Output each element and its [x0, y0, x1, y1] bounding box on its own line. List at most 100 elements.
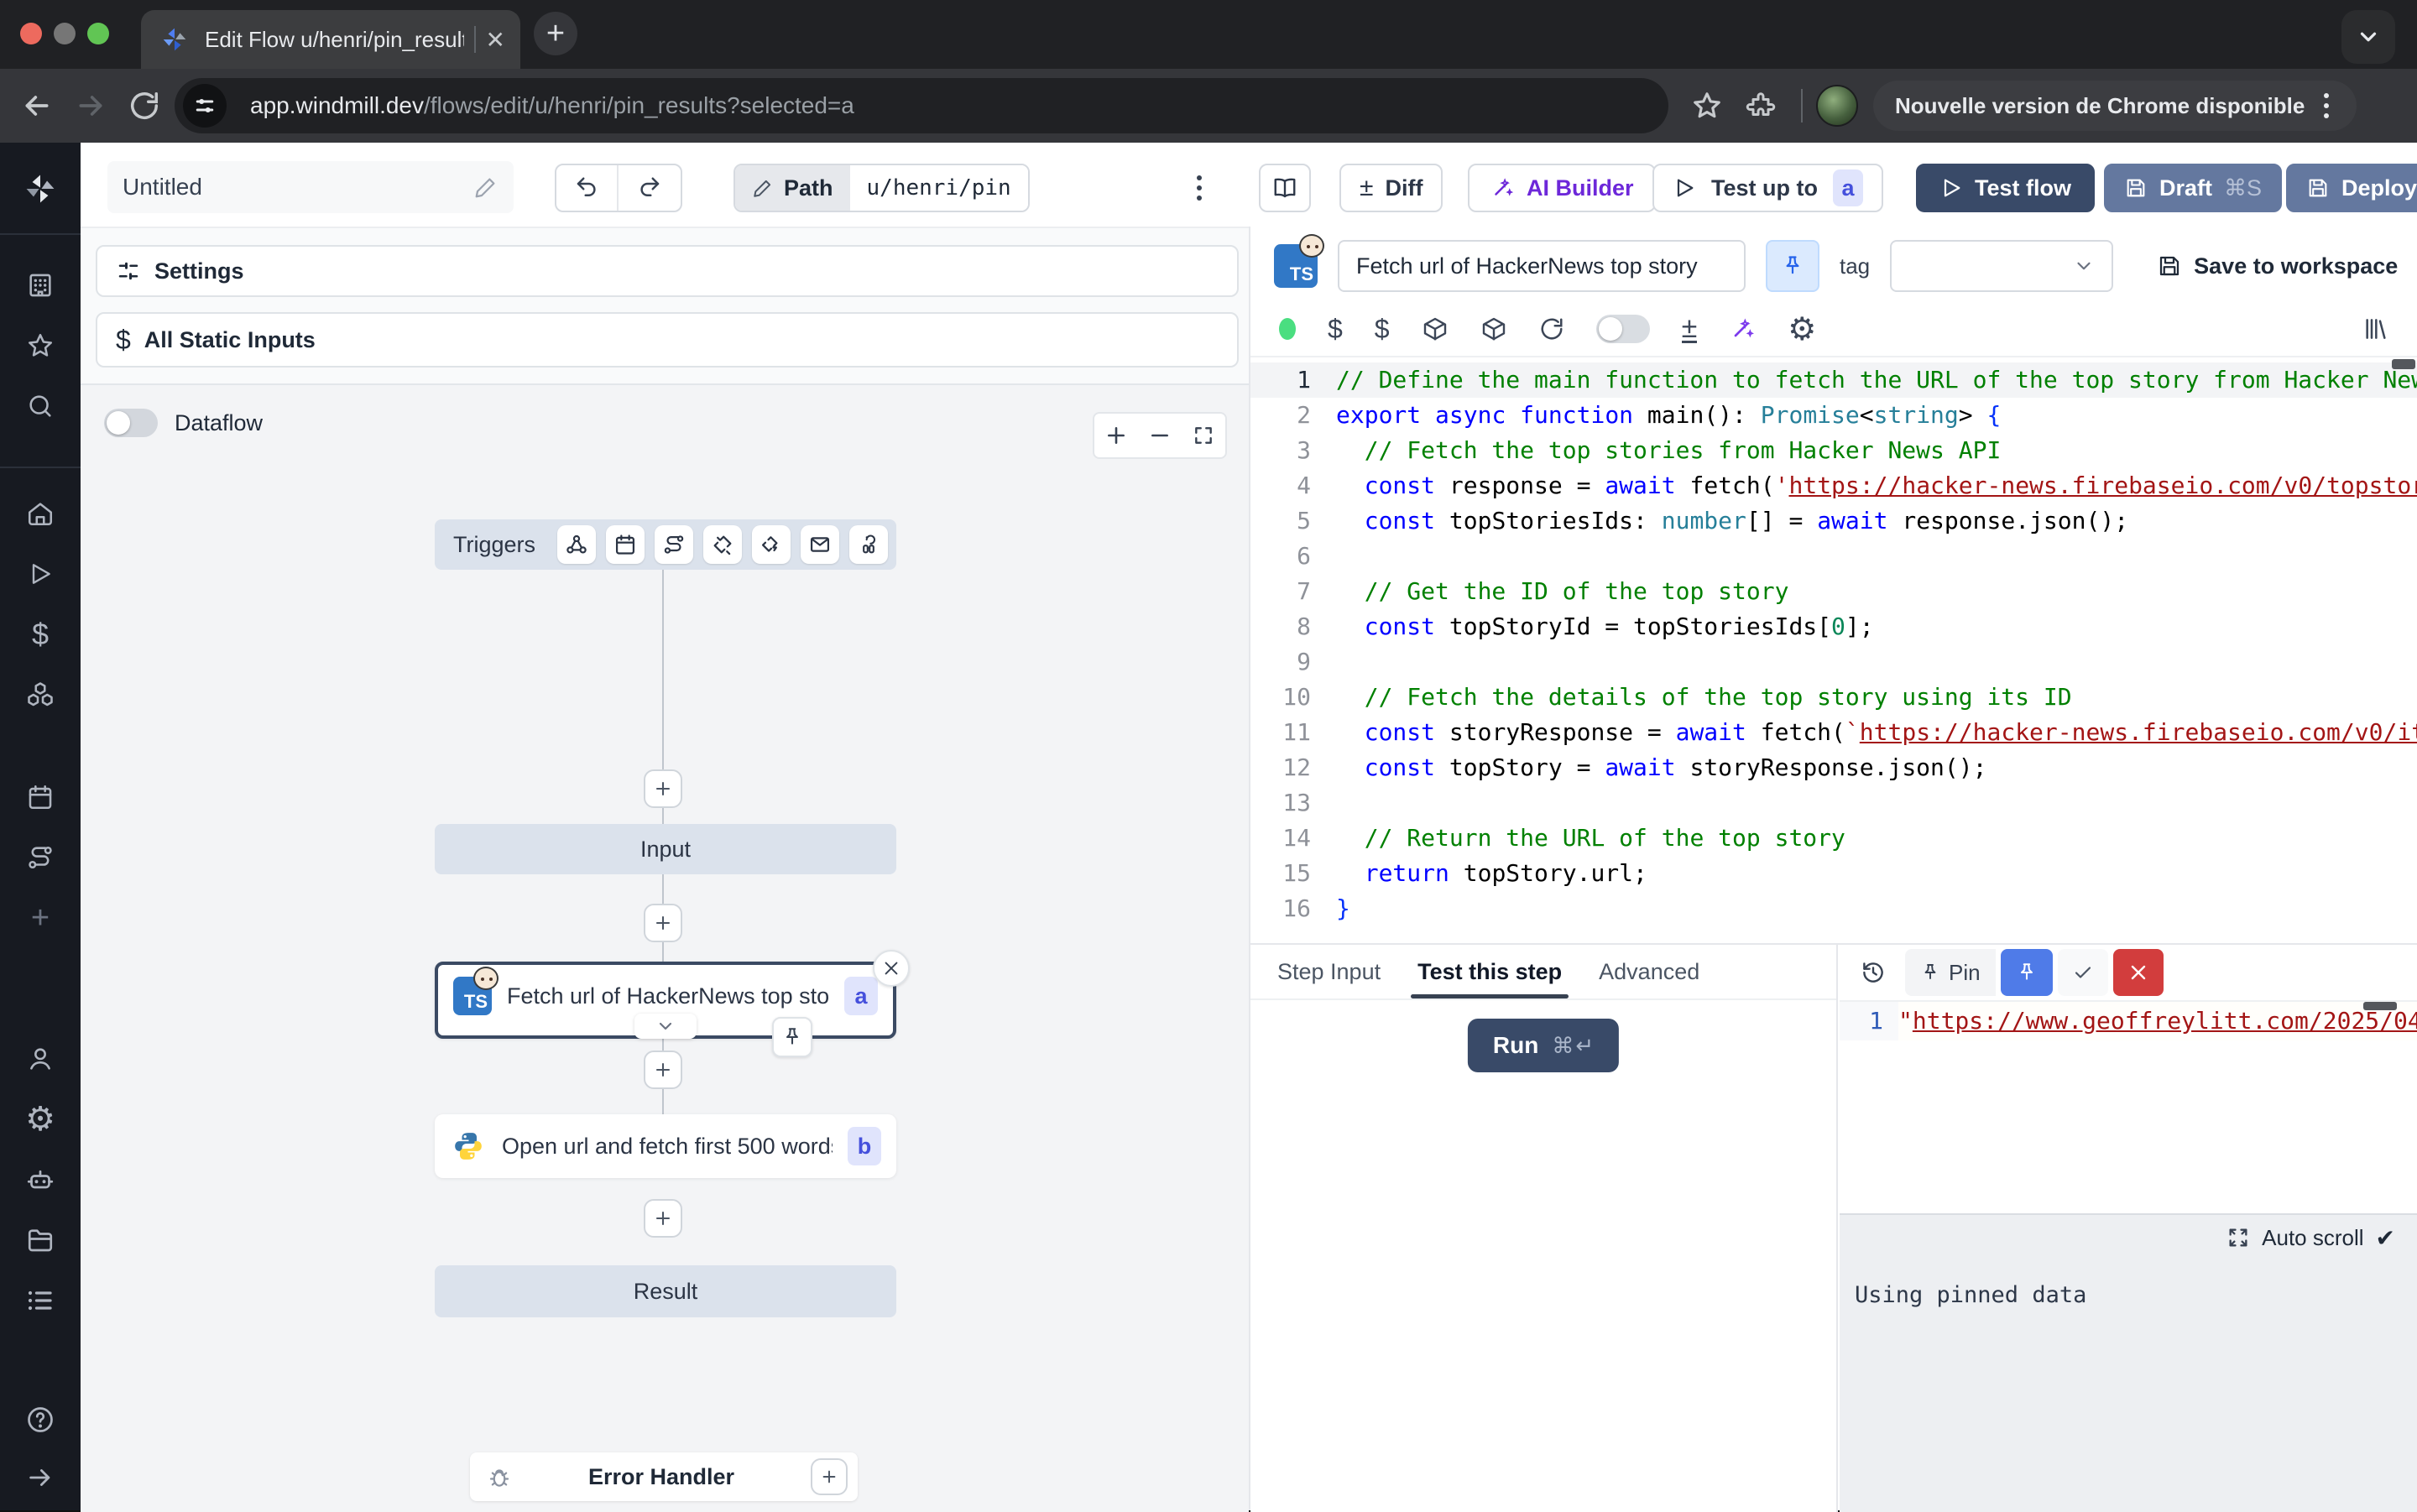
ai-builder-button[interactable]: AI Builder: [1468, 164, 1656, 212]
error-handler-node[interactable]: Error Handler: [470, 1452, 858, 1501]
code-line[interactable]: 8 const topStoryId = topStoriesIds[0];: [1250, 609, 2417, 644]
poll-trigger-button[interactable]: [849, 525, 888, 564]
test-flow-button[interactable]: Test flow: [1916, 164, 2095, 212]
back-button[interactable]: [10, 79, 64, 133]
sidebar-item-resources[interactable]: [0, 670, 81, 719]
profile-avatar[interactable]: [1816, 85, 1858, 127]
sidebar-item-search[interactable]: [0, 382, 81, 430]
sidebar-item-logs[interactable]: [0, 1276, 81, 1325]
code-line[interactable]: 16}: [1250, 891, 2417, 926]
zoom-out-button[interactable]: [1138, 414, 1182, 457]
flow-node-a[interactable]: TS Fetch url of HackerNews top story a: [435, 962, 896, 1039]
code-line[interactable]: 14 // Return the URL of the top story: [1250, 821, 2417, 856]
sidebar-item-schedules[interactable]: [0, 773, 81, 821]
auto-scroll-label[interactable]: Auto scroll: [2262, 1225, 2363, 1251]
result-node[interactable]: Result: [435, 1265, 896, 1317]
more-options-button[interactable]: [1176, 164, 1223, 212]
browser-tab[interactable]: Edit Flow u/henri/pin_results ✕: [141, 10, 520, 69]
forward-button[interactable]: [64, 79, 117, 133]
sidebar-item-settings[interactable]: ⚙: [0, 1095, 81, 1144]
tab-close-icon[interactable]: ✕: [486, 26, 505, 54]
sidebar-item-assistants[interactable]: [0, 1155, 81, 1204]
sidebar-item-user[interactable]: [0, 1035, 81, 1083]
pinned-scrollbar[interactable]: [2363, 1002, 2397, 1010]
insert-step-button[interactable]: [644, 904, 682, 942]
email-trigger-button[interactable]: [801, 525, 839, 564]
code-editor[interactable]: 1// Define the main function to fetch th…: [1250, 357, 2417, 943]
save-to-workspace-button[interactable]: Save to workspace: [2157, 253, 2398, 279]
window-close-button[interactable]: [20, 23, 42, 44]
code-line[interactable]: 4 const response = await fetch('https://…: [1250, 468, 2417, 503]
package-button[interactable]: [1422, 315, 1449, 342]
flow-node-b[interactable]: Open url and fetch first 500 words of ..…: [435, 1114, 896, 1178]
fit-view-button[interactable]: [1182, 414, 1225, 457]
sidebar-item-help[interactable]: [0, 1395, 81, 1444]
history-button[interactable]: [1855, 954, 1892, 991]
sidebar-item-favorites[interactable]: [0, 321, 81, 370]
library-button[interactable]: [2362, 315, 2388, 342]
insert-step-button[interactable]: [644, 1199, 682, 1238]
path-control[interactable]: Path u/henri/pin: [733, 164, 1030, 212]
code-line[interactable]: 9: [1250, 644, 2417, 680]
windmill-logo[interactable]: [0, 164, 81, 213]
step-summary-input[interactable]: Fetch url of HackerNews top story: [1338, 240, 1746, 292]
reload-button[interactable]: [117, 79, 171, 133]
editor-scrollbar[interactable]: [2392, 359, 2415, 369]
ai-gen-button[interactable]: [1729, 315, 1756, 342]
test-up-to-button[interactable]: Test up to a: [1652, 164, 1883, 212]
package-cache-button[interactable]: [1480, 315, 1507, 342]
window-minimize-button[interactable]: [54, 23, 76, 44]
deploy-button[interactable]: Deploy: [2286, 164, 2417, 212]
code-line[interactable]: 1// Define the main function to fetch th…: [1250, 362, 2417, 398]
code-line[interactable]: 3 // Fetch the top stories from Hacker N…: [1250, 433, 2417, 468]
tab-test-this-step[interactable]: Test this step: [1402, 959, 1577, 998]
auto-scroll-checkbox[interactable]: ✔: [2376, 1224, 2395, 1252]
new-tab-button[interactable]: +: [534, 12, 577, 55]
pin-toggle-button[interactable]: [1766, 240, 1819, 292]
assistant-toggle[interactable]: ±: [1682, 315, 1698, 343]
resources-button[interactable]: $: [1375, 314, 1390, 345]
extensions-button[interactable]: [1734, 79, 1788, 133]
input-node[interactable]: Input: [435, 824, 896, 874]
code-line[interactable]: 7 // Get the ID of the top story: [1250, 574, 2417, 609]
flow-title-field[interactable]: Untitled: [107, 161, 514, 213]
code-line[interactable]: 6: [1250, 539, 2417, 574]
http-route-trigger-button[interactable]: [655, 525, 693, 564]
site-settings-icon[interactable]: [183, 84, 227, 128]
bookmark-button[interactable]: [1680, 79, 1734, 133]
insert-step-button[interactable]: [644, 1051, 682, 1089]
schedule-trigger-button[interactable]: [606, 525, 645, 564]
all-static-inputs-row[interactable]: $ All Static Inputs: [96, 312, 1239, 368]
close-pinned-button[interactable]: [2113, 949, 2164, 996]
node-a-pin-button[interactable]: [772, 1017, 812, 1057]
code-line[interactable]: 12 const topStory = await storyResponse.…: [1250, 750, 2417, 785]
sidebar-expand-button[interactable]: [0, 1453, 81, 1502]
triggers-node[interactable]: Triggers: [435, 519, 896, 570]
sidebar-item-folders[interactable]: [0, 1216, 81, 1264]
code-line[interactable]: 11 const storyResponse = await fetch(`ht…: [1250, 715, 2417, 750]
browser-menu-icon[interactable]: [2305, 84, 2348, 128]
webhook-trigger-button[interactable]: [557, 525, 596, 564]
add-error-handler-button[interactable]: [811, 1458, 848, 1495]
pinned-data-editor[interactable]: 1 "https://www.geoffreylitt.com/2025/04/…: [1840, 1000, 2417, 1213]
settings-row[interactable]: Settings: [96, 245, 1239, 297]
sidebar-item-routes[interactable]: [0, 833, 81, 882]
undo-button[interactable]: [556, 164, 619, 211]
dataflow-toggle[interactable]: [104, 409, 158, 437]
pin-label-button[interactable]: Pin: [1905, 949, 1996, 996]
sidebar-item-add[interactable]: +: [0, 894, 81, 942]
code-line[interactable]: 2export async function main(): Promise<s…: [1250, 398, 2417, 433]
tab-step-input[interactable]: Step Input: [1262, 959, 1396, 998]
accept-pin-button[interactable]: [2058, 949, 2108, 996]
sidebar-item-home[interactable]: [0, 489, 81, 538]
sidebar-item-variables[interactable]: $: [0, 610, 81, 659]
editor-settings-button[interactable]: ⚙: [1788, 310, 1816, 348]
kafka-trigger-button[interactable]: [752, 525, 791, 564]
draft-button[interactable]: Draft ⌘S: [2104, 164, 2282, 212]
window-maximize-button[interactable]: [87, 23, 109, 44]
zoom-in-button[interactable]: [1094, 414, 1138, 457]
flow-canvas[interactable]: Dataflow Triggers: [81, 383, 1249, 1512]
diff-button[interactable]: ± Diff: [1339, 164, 1443, 212]
run-button[interactable]: Run ⌘↵: [1468, 1019, 1619, 1072]
tab-advanced[interactable]: Advanced: [1584, 959, 1715, 998]
